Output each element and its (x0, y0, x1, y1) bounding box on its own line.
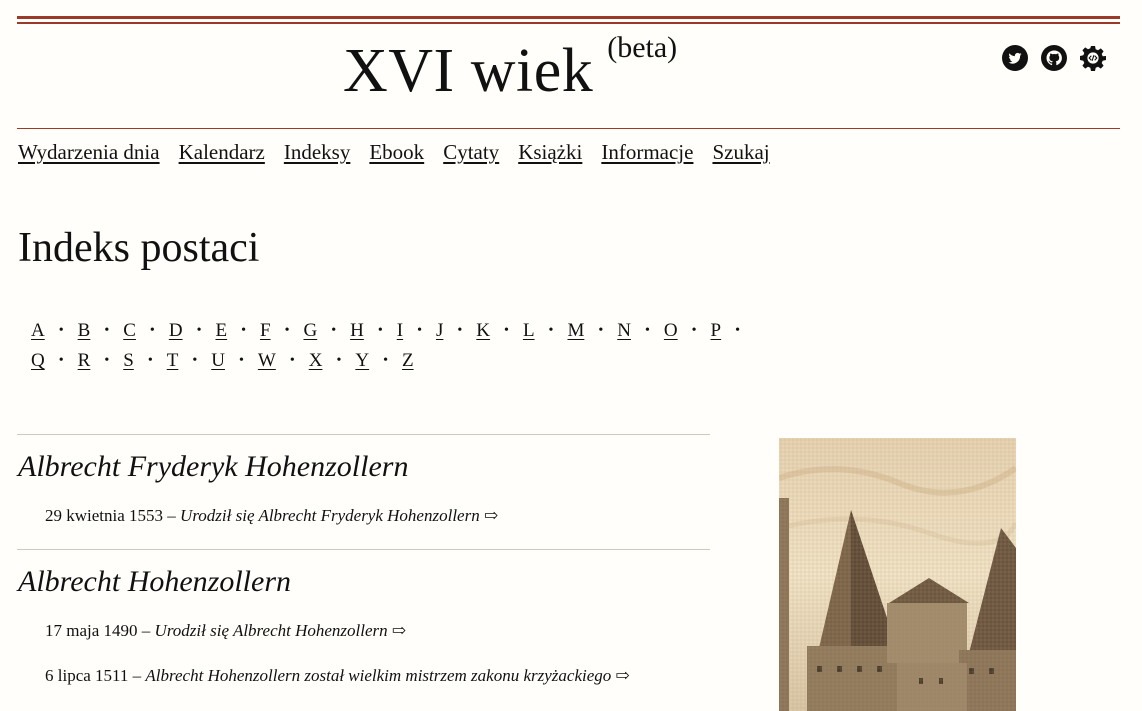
nav-item-informacje[interactable]: Informacje (601, 140, 693, 165)
nav-item-ksiazki[interactable]: Książki (518, 140, 582, 165)
bullet-separator: • (58, 353, 64, 368)
bullet-separator: • (104, 353, 110, 368)
entry-divider (17, 434, 710, 435)
bullet-separator: • (58, 323, 64, 338)
bullet-separator: • (457, 323, 463, 338)
letter-link-u[interactable]: U (211, 346, 225, 376)
entry-divider (17, 549, 710, 550)
event-date: 6 lipca 1511 (45, 666, 129, 685)
nav-item-szukaj[interactable]: Szukaj (712, 140, 769, 165)
castle-illustration (779, 438, 1016, 711)
bullet-separator: • (104, 323, 110, 338)
bullet-separator: • (241, 323, 246, 338)
arrow-right-icon[interactable]: ⇨ (392, 621, 406, 640)
bullet-separator: • (504, 323, 509, 338)
github-icon[interactable] (1041, 45, 1067, 71)
bullet-separator: • (383, 353, 388, 368)
letter-link-h[interactable]: H (350, 316, 364, 346)
page-title: Indeks postaci (18, 225, 260, 271)
bullet-separator: • (238, 353, 244, 368)
letter-link-e[interactable]: E (215, 316, 227, 346)
letter-link-z[interactable]: Z (402, 346, 414, 376)
letter-index-row: A • B • C • D • E • F • G • H • I • J • K • L • M • N • O • P • (31, 316, 831, 346)
arrow-right-icon[interactable]: ⇨ (484, 506, 498, 525)
twitter-icon[interactable] (1002, 45, 1028, 71)
person-name: Albrecht Fryderyk Hohenzollern (18, 450, 409, 483)
site-title[interactable]: XVI wiek (beta) (343, 31, 677, 107)
letter-link-s[interactable]: S (123, 346, 134, 376)
letter-link-y[interactable]: Y (355, 346, 369, 376)
letter-link-a[interactable]: A (31, 316, 45, 346)
social-icons (1002, 45, 1106, 71)
letter-link-w[interactable]: W (258, 346, 276, 376)
letter-index-row: Q • R • S • T • U • W • X • Y • Z (31, 346, 831, 376)
event-description: Urodził się Albrecht Fryderyk Hohenzolle… (180, 506, 480, 525)
letter-index: A • B • C • D • E • F • G • H • I • J • K • L • M • N • O • P • Q • R • S • T… (31, 316, 831, 376)
letter-link-d[interactable]: D (169, 316, 183, 346)
bullet-separator: • (147, 353, 153, 368)
letter-link-n[interactable]: N (617, 316, 631, 346)
letter-link-c[interactable]: C (123, 316, 136, 346)
header-top-rule (17, 16, 1120, 19)
arrow-right-icon[interactable]: ⇨ (616, 666, 630, 685)
event-description: Urodził się Albrecht Hohenzollern (154, 621, 388, 640)
letter-link-g[interactable]: G (303, 316, 317, 346)
letter-link-o[interactable]: O (664, 316, 678, 346)
letter-link-l[interactable]: L (523, 316, 535, 346)
settings-code-icon[interactable] (1080, 45, 1106, 71)
bullet-separator: • (598, 323, 604, 338)
bullet-separator: • (548, 323, 554, 338)
bullet-separator: • (691, 323, 697, 338)
person-name: Albrecht Hohenzollern (18, 565, 292, 598)
header-top-rule-thin (17, 22, 1120, 24)
nav-item-indeksy[interactable]: Indeksy (284, 140, 351, 165)
site-title-text[interactable]: XVI wiek (343, 37, 593, 105)
letter-link-q[interactable]: Q (31, 346, 45, 376)
bullet-separator: • (735, 323, 741, 338)
letter-link-m[interactable]: M (567, 316, 584, 346)
nav-item-kalendarz[interactable]: Kalendarz (179, 140, 265, 165)
beta-badge: (beta) (607, 31, 678, 64)
bullet-separator: • (331, 323, 337, 338)
letter-link-i[interactable]: I (397, 316, 403, 346)
event-item: 17 maja 1490 – Urodził się Albrecht Hohe… (45, 621, 407, 640)
main-nav: Wydarzenia dnia Kalendarz Indeksy Ebook … (18, 140, 770, 165)
letter-link-t[interactable]: T (167, 346, 179, 376)
event-description: Albrecht Hohenzollern został wielkim mis… (145, 666, 612, 685)
event-date: 29 kwietnia 1553 (45, 506, 164, 525)
letter-link-x[interactable]: X (309, 346, 323, 376)
bullet-separator: • (645, 323, 650, 338)
bullet-separator: • (192, 353, 198, 368)
bullet-separator: • (336, 353, 342, 368)
letter-link-k[interactable]: K (476, 316, 490, 346)
bullet-separator: • (289, 353, 295, 368)
bullet-separator: • (417, 323, 422, 338)
letter-link-p[interactable]: P (711, 316, 722, 346)
letter-link-r[interactable]: R (78, 346, 91, 376)
bullet-separator: • (377, 323, 383, 338)
header-divider (17, 128, 1120, 129)
nav-item-ebook[interactable]: Ebook (369, 140, 424, 165)
letter-link-b[interactable]: B (78, 316, 91, 346)
event-item: 6 lipca 1511 – Albrecht Hohenzollern zos… (45, 666, 630, 685)
letter-link-f[interactable]: F (260, 316, 271, 346)
bullet-separator: • (196, 323, 202, 338)
bullet-separator: • (284, 323, 290, 338)
nav-item-wydarzenia-dnia[interactable]: Wydarzenia dnia (18, 140, 160, 165)
bullet-separator: • (149, 323, 155, 338)
nav-item-cytaty[interactable]: Cytaty (443, 140, 499, 165)
letter-link-j[interactable]: J (436, 316, 443, 346)
event-date: 17 maja 1490 (45, 621, 138, 640)
event-item: 29 kwietnia 1553 – Urodził się Albrecht … (45, 506, 499, 525)
